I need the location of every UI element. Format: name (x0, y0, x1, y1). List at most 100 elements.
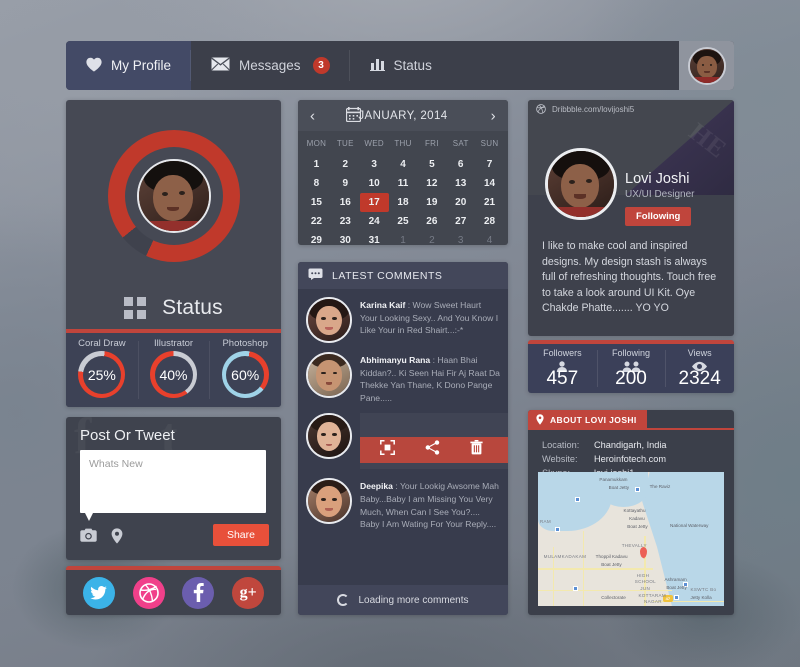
skills-bar: Coral Draw 25% Illustrator 40% Photoshop… (66, 329, 281, 407)
calendar-prev-button[interactable]: ‹ (310, 107, 315, 124)
googleplus-glyph: g+ (239, 583, 257, 601)
calendar-day[interactable]: 31 (360, 231, 389, 245)
calendar-day[interactable]: 18 (389, 193, 418, 212)
map-road (538, 568, 654, 571)
post-input[interactable] (80, 450, 266, 513)
tab-messages[interactable]: Messages 3 (191, 41, 350, 90)
calendar-next-button[interactable]: › (491, 107, 496, 124)
stat-following[interactable]: Following 200 (596, 344, 666, 393)
calendar-day[interactable]: 9 (331, 174, 360, 193)
avatar[interactable] (688, 47, 726, 85)
profile-dribbble-link[interactable]: Dribbble.com/lovijoshi5 (528, 100, 734, 119)
calendar-day[interactable]: 10 (360, 174, 389, 193)
skill-donut: 25% (78, 351, 126, 398)
trash-icon[interactable] (470, 440, 483, 460)
post-actions: Share (80, 524, 269, 546)
list-item[interactable]: Deepika : Your Lookig Awsome Mah Baby...… (306, 478, 500, 530)
skill-name: Coral Draw (78, 338, 126, 349)
about-value[interactable]: Heroinfotech.com (594, 452, 666, 466)
list-item[interactable]: Abhimanyu Rana : Haan Bhai Kiddan?.. Ki … (306, 352, 500, 404)
map-poi (673, 595, 679, 601)
calendar-weekday: THU (394, 139, 412, 148)
share-button[interactable]: Share (212, 524, 269, 546)
post-bubble-tail (85, 513, 93, 521)
calendar-day[interactable]: 16 (331, 193, 360, 212)
social-facebook-button[interactable] (182, 576, 215, 609)
comment-avatar-face (308, 354, 350, 396)
about-value: Chandigarh, India (594, 440, 667, 450)
calendar-day[interactable]: 5 (417, 155, 446, 174)
map-pin-icon[interactable] (111, 527, 128, 544)
skill-donut: 60% (221, 351, 269, 398)
calendar-day[interactable]: 2 (417, 231, 446, 245)
following-button[interactable]: Following (625, 207, 692, 226)
profile-avatar-large[interactable] (136, 159, 211, 233)
calendar-day[interactable]: 25 (389, 212, 418, 231)
status-card-title: Status (162, 296, 223, 319)
list-item[interactable]: Karina Kaif : Wow Sweet Haurt Your Looki… (306, 297, 500, 343)
calendar-day[interactable]: 19 (417, 193, 446, 212)
calendar-day[interactable]: 20 (446, 193, 475, 212)
camera-icon[interactable] (80, 528, 97, 543)
latest-comments-card: LATEST COMMENTS Karina Kaif : Wow Sweet … (298, 262, 508, 615)
profile-progress-ring (107, 130, 240, 262)
calendar-day[interactable]: 2 (331, 155, 360, 174)
calendar-day[interactable]: 11 (389, 174, 418, 193)
profile-avatar[interactable] (545, 148, 617, 220)
share-icon[interactable] (425, 440, 440, 460)
calendar-day-selected[interactable]: 17 (359, 193, 389, 212)
comment-body: Abhimanyu Rana : Haan Bhai Kiddan?.. Ki … (360, 352, 500, 404)
calendar-day[interactable]: 27 (446, 212, 475, 231)
stat-views[interactable]: Views 2324 (665, 344, 734, 393)
profile-card: HE Dribbble.com/lovijoshi5 Lovi Joshi UX… (528, 100, 734, 336)
about-tab[interactable]: ABOUT LOVI JOSHI (528, 410, 647, 430)
tab-my-profile-label: My Profile (111, 58, 172, 73)
calendar-header: ‹ JANUARY, 2014 › (298, 100, 508, 131)
calendar-day[interactable]: 15 (302, 193, 331, 212)
calendar-day[interactable]: 26 (417, 212, 446, 231)
calendar-day[interactable]: 28 (475, 212, 504, 231)
calendar-day[interactable]: 29 (302, 231, 331, 245)
social-twitter-button[interactable] (82, 576, 115, 609)
map-label: JUN (640, 585, 651, 591)
location-map[interactable]: 47 Panamukkam Boat Jetty The Raviz Kottayat… (538, 472, 724, 606)
calendar-day[interactable]: 3 (446, 231, 475, 245)
map-label: Jetty Kolla (690, 595, 712, 601)
social-dribbble-button[interactable] (132, 576, 165, 609)
calendar-day[interactable]: 13 (446, 174, 475, 193)
map-location-pin (640, 547, 648, 559)
map-poi (573, 585, 579, 591)
calendar-day[interactable]: 21 (475, 193, 504, 212)
map-label: Ashramam (664, 576, 687, 582)
comments-title: LATEST COMMENTS (332, 269, 443, 282)
profile-ring-inner (124, 147, 223, 245)
calendar-day[interactable]: 30 (331, 231, 360, 245)
comment-avatar (306, 413, 352, 460)
calendar-day[interactable]: 3 (360, 155, 389, 174)
tab-messages-label: Messages (239, 58, 301, 73)
stat-followers[interactable]: Followers 457 (528, 344, 597, 393)
tab-status[interactable]: Status (350, 41, 452, 90)
tab-my-profile[interactable]: My Profile (66, 41, 192, 90)
expand-icon[interactable] (380, 440, 395, 460)
calendar-day[interactable]: 23 (331, 212, 360, 231)
map-label: RAM (539, 518, 551, 524)
calendar-day[interactable]: 4 (389, 155, 418, 174)
list-item[interactable] (306, 413, 508, 470)
calendar-day[interactable]: 1 (389, 231, 418, 245)
calendar-day[interactable]: 22 (302, 212, 331, 231)
calendar-day[interactable]: 24 (360, 212, 389, 231)
loading-more-comments[interactable]: Loading more comments (298, 585, 508, 615)
calendar-card: ‹ JANUARY, 2014 › MON TUE WED THU FRI SA… (298, 100, 508, 245)
calendar-day[interactable]: 8 (302, 174, 331, 193)
social-googleplus-button[interactable]: g+ (232, 576, 265, 609)
calendar-day[interactable]: 12 (417, 174, 446, 193)
skill-name: Illustrator (153, 338, 194, 349)
heart-icon (86, 57, 102, 75)
calendar-day[interactable]: 4 (475, 231, 504, 245)
calendar-day[interactable]: 1 (302, 155, 331, 174)
calendar-day[interactable]: 6 (446, 155, 475, 174)
calendar-day[interactable]: 7 (475, 155, 504, 174)
calendar-day[interactable]: 14 (475, 174, 504, 193)
map-poi (575, 497, 581, 503)
